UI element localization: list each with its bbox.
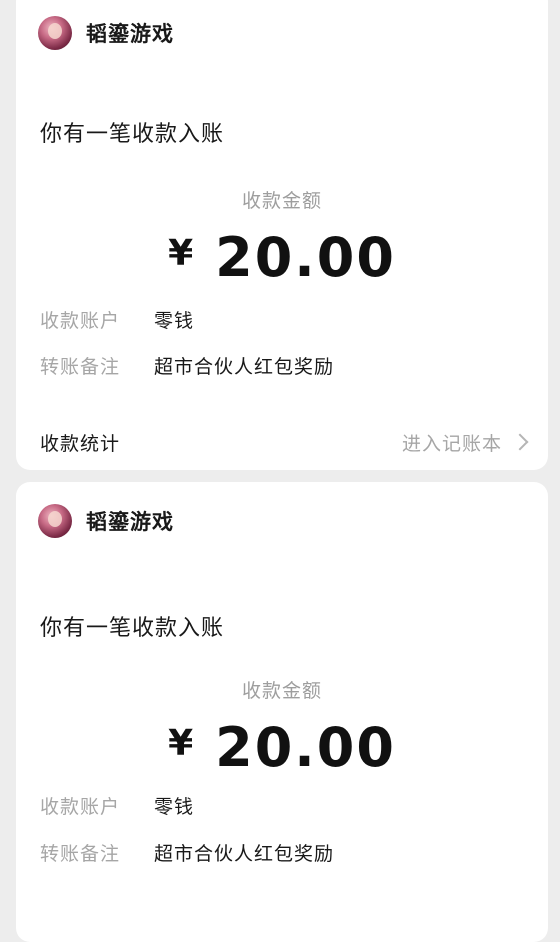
payment-notice-card[interactable]: 韬鎏游戏 你有一笔收款入账 收款金额 ¥20.00 收款账户 零钱 转账备注 超…: [16, 482, 548, 942]
open-ledger-label: 进入记账本: [401, 432, 502, 455]
account-value: 零钱: [154, 310, 195, 332]
receipt-stats-link[interactable]: 收款统计: [40, 429, 120, 456]
note-key: 转账备注: [40, 843, 121, 865]
account-key: 收款账户: [40, 796, 121, 818]
amount-value: 20.00: [215, 226, 396, 289]
note-value: 超市合伙人红包奖励: [154, 843, 335, 865]
card-footer: 收款统计 进入记账本: [40, 428, 529, 456]
payment-notice-card[interactable]: 韬鎏游戏 你有一笔收款入账 收款金额 ¥20.00 收款账户 零钱 转账备注 超…: [16, 0, 548, 470]
card-header: 韬鎏游戏: [38, 16, 174, 50]
avatar: [38, 504, 72, 538]
note-value: 超市合伙人红包奖励: [154, 356, 335, 378]
sender-name: 韬鎏游戏: [86, 510, 174, 534]
account-row: 收款账户 零钱: [40, 306, 194, 333]
notice-title: 你有一笔收款入账: [40, 616, 225, 641]
amount-display: ¥20.00: [16, 226, 548, 290]
sender-name: 韬鎏游戏: [86, 22, 174, 46]
currency-symbol: ¥: [168, 723, 194, 764]
note-key: 转账备注: [40, 356, 121, 378]
amount-display: ¥20.00: [16, 716, 548, 780]
avatar: [38, 16, 72, 50]
account-row: 收款账户 零钱: [40, 792, 194, 819]
amount-label: 收款金额: [241, 190, 322, 212]
open-ledger-link[interactable]: 进入记账本: [401, 429, 529, 456]
notice-title: 你有一笔收款入账: [40, 122, 225, 147]
currency-symbol: ¥: [168, 233, 194, 274]
account-key: 收款账户: [40, 310, 121, 332]
note-row: 转账备注 超市合伙人红包奖励: [40, 839, 334, 866]
chevron-right-icon: [511, 433, 529, 451]
amount-value: 20.00: [215, 716, 396, 779]
account-value: 零钱: [154, 796, 195, 818]
card-header: 韬鎏游戏: [38, 504, 174, 538]
amount-label: 收款金额: [241, 680, 322, 702]
note-row: 转账备注 超市合伙人红包奖励: [40, 352, 334, 379]
